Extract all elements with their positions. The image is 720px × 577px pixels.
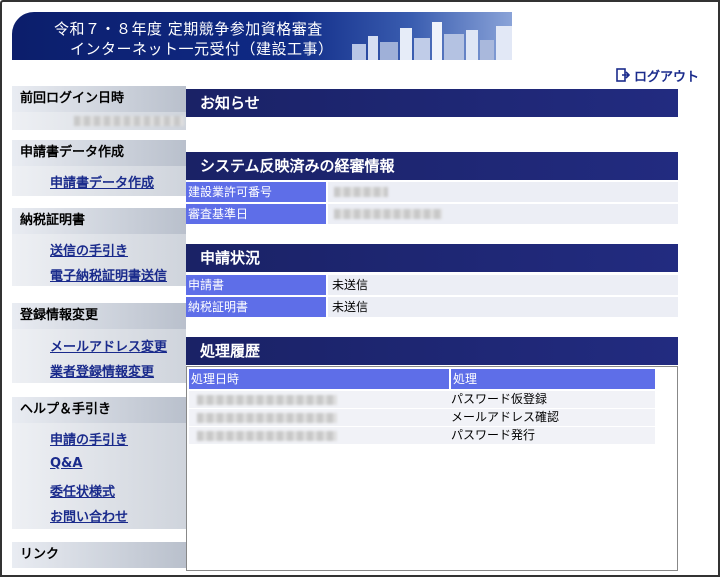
- section-heading-tax-certificate: 納税証明書: [12, 208, 186, 234]
- keishin-row-permit-number: 建設業許可番号: [186, 182, 678, 202]
- permit-number-redacted: [334, 187, 388, 197]
- history-date-redacted: [197, 431, 337, 441]
- history-table-panel[interactable]: 処理日時 処理 パスワード仮登録 メールアドレス確認 パスワード発行: [186, 366, 678, 571]
- keishin-row-review-date: 審査基準日: [186, 204, 678, 224]
- sidebar-link-qa[interactable]: Q&A: [50, 456, 82, 471]
- last-login-value-area: [12, 112, 186, 130]
- table-row: メールアドレス確認: [189, 409, 655, 426]
- logout-label: ログアウト: [634, 69, 700, 85]
- section-body-registration-change: メールアドレス変更 業者登録情報変更: [12, 329, 186, 383]
- status-label-application: 申請書: [186, 275, 326, 295]
- sidebar-link-application-guide[interactable]: 申請の手引き: [50, 429, 128, 448]
- header-title-line1: 令和７・８年度 定期競争参加資格審査: [54, 20, 323, 38]
- section-body-help: 申請の手引き Q&A 委任状様式 お問い合わせ: [12, 423, 186, 529]
- sidebar-link-e-tax-certificate-send[interactable]: 電子納税証明書送信: [50, 265, 167, 284]
- review-date-redacted: [334, 209, 442, 219]
- history-col-date: 処理日時: [189, 369, 449, 389]
- keishin-value-review-date: [328, 204, 678, 224]
- sidebar-link-email-change[interactable]: メールアドレス変更: [50, 336, 167, 355]
- keishin-heading: システム反映済みの経審情報: [186, 152, 678, 180]
- notice-heading: お知らせ: [186, 89, 678, 117]
- section-body-tax-certificate: 送信の手引き 電子納税証明書送信: [12, 234, 186, 286]
- history-action: パスワード仮登録: [451, 392, 548, 406]
- table-row: パスワード発行: [189, 427, 655, 444]
- section-heading-help: ヘルプ＆手引き: [12, 397, 186, 423]
- history-date-redacted: [197, 413, 337, 423]
- last-login-heading: 前回ログイン日時: [12, 86, 186, 112]
- sidebar-link-create-application[interactable]: 申請書データ作成: [50, 172, 154, 191]
- section-heading-registration-change: 登録情報変更: [12, 303, 186, 329]
- section-heading-application-data: 申請書データ作成: [12, 140, 186, 166]
- header-banner: 令和７・８年度 定期競争参加資格審査 インターネット一元受付（建設工事）: [12, 12, 512, 60]
- history-date-redacted: [197, 395, 337, 405]
- status-row-application: 申請書 未送信: [186, 275, 678, 295]
- sidebar-link-proxy-form[interactable]: 委任状様式: [50, 481, 115, 500]
- last-login-value-redacted: [74, 116, 184, 126]
- keishin-value-permit-number: [328, 182, 678, 202]
- history-table-header: 処理日時 処理: [189, 369, 655, 389]
- history-heading: 処理履歴: [186, 337, 678, 365]
- history-action: メールアドレス確認: [451, 410, 560, 424]
- logout-icon: [616, 68, 630, 82]
- status-value-tax-certificate: 未送信: [328, 297, 678, 317]
- section-heading-links: リンク: [12, 542, 186, 568]
- status-heading: 申請状況: [186, 244, 678, 272]
- keishin-label-permit-number: 建設業許可番号: [186, 182, 326, 202]
- history-col-action: 処理: [451, 369, 655, 389]
- sidebar-link-send-guide[interactable]: 送信の手引き: [50, 240, 128, 259]
- sidebar-link-company-info-change[interactable]: 業者登録情報変更: [50, 361, 154, 380]
- status-value-application: 未送信: [328, 275, 678, 295]
- keishin-label-review-date: 審査基準日: [186, 204, 326, 224]
- status-label-tax-certificate: 納税証明書: [186, 297, 326, 317]
- logout-button[interactable]: ログアウト: [616, 66, 700, 85]
- sidebar-link-contact[interactable]: お問い合わせ: [50, 506, 128, 525]
- table-row: パスワード仮登録: [189, 391, 655, 408]
- header-title-line2: インターネット一元受付（建設工事）: [70, 40, 334, 58]
- history-action: パスワード発行: [451, 428, 536, 442]
- status-row-tax-certificate: 納税証明書 未送信: [186, 297, 678, 317]
- section-body-application-data: 申請書データ作成: [12, 166, 186, 196]
- city-skyline-image: [352, 22, 512, 60]
